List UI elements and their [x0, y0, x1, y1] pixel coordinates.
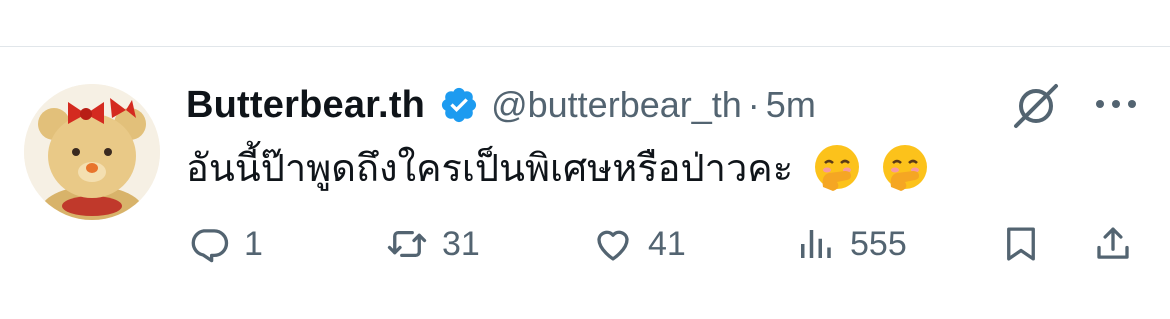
- views-button[interactable]: 555: [794, 214, 907, 274]
- avatar[interactable]: [24, 84, 160, 220]
- tweet-header: Butterbear.th @butterbear_th · 5m: [186, 80, 816, 130]
- bookmark-button[interactable]: [1000, 214, 1042, 274]
- top-divider: [0, 46, 1170, 47]
- tweet-text: อันนี้ป๊าพูดถึงใครเป็นพิเศษหรือป่าวคะ: [186, 140, 929, 196]
- like-button[interactable]: 41: [592, 214, 686, 274]
- tweet-body: อันนี้ป๊าพูดถึงใครเป็นพิเศษหรือป่าวคะ: [186, 146, 794, 190]
- author-name[interactable]: Butterbear.th: [186, 84, 425, 127]
- views-chart-icon: [801, 230, 831, 258]
- hand-over-mouth-emoji-icon: [815, 145, 860, 191]
- reply-button[interactable]: 1: [188, 214, 263, 274]
- views-count: 555: [850, 224, 907, 263]
- verified-badge-icon[interactable]: [439, 85, 479, 125]
- retweet-count: 31: [442, 224, 480, 263]
- heart-icon: [597, 230, 629, 261]
- timestamp[interactable]: 5m: [766, 84, 816, 126]
- reply-count: 1: [244, 224, 263, 263]
- grok-icon[interactable]: [1010, 80, 1062, 132]
- more-options-icon[interactable]: [1094, 94, 1138, 114]
- like-count: 41: [648, 224, 686, 263]
- retweet-button[interactable]: 31: [386, 214, 480, 274]
- separator-dot: ·: [747, 84, 760, 125]
- share-button[interactable]: [1092, 214, 1134, 274]
- share-icon: [1097, 227, 1129, 259]
- retweet-icon: [387, 230, 427, 258]
- author-handle[interactable]: @butterbear_th: [491, 84, 742, 126]
- hand-over-mouth-emoji-icon: [883, 145, 928, 191]
- reply-icon: [191, 229, 229, 263]
- bear-avatar-image: [24, 84, 160, 220]
- bookmark-icon: [1007, 227, 1035, 261]
